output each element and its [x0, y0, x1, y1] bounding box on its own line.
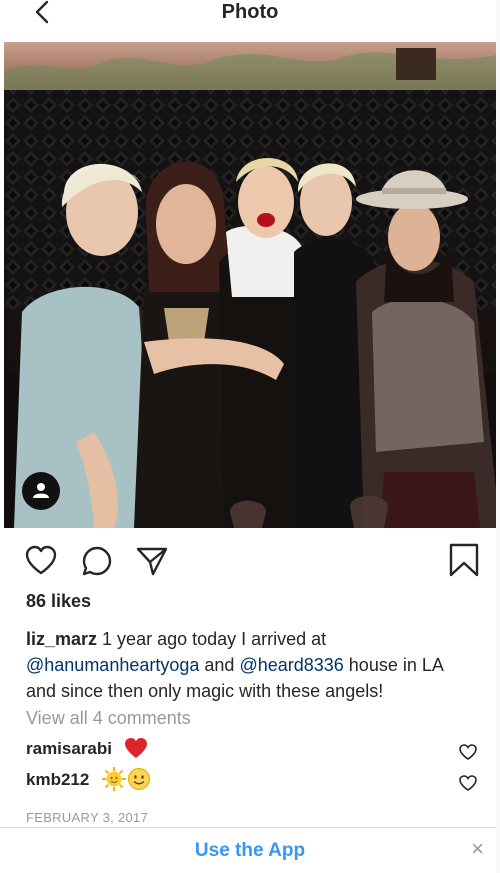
comment-bubble-icon: [82, 546, 112, 576]
smiling-face-emoji: [127, 767, 151, 796]
like-button[interactable]: [24, 544, 58, 581]
likes-count[interactable]: 86 likes: [26, 591, 91, 612]
action-bar: [0, 540, 500, 580]
mention-link[interactable]: @hanumanheartyoga: [26, 655, 199, 675]
app-banner: Use the App ×: [0, 827, 500, 873]
close-icon[interactable]: ×: [471, 838, 484, 860]
post-caption: liz_marz 1 year ago today I arrived at @…: [26, 626, 476, 704]
comment-item: ramisarabi: [26, 735, 478, 766]
post-photo[interactable]: [4, 42, 500, 528]
caption-text: and: [199, 655, 240, 675]
caption-username[interactable]: liz_marz: [26, 629, 97, 649]
post-date: FEBRUARY 3, 2017: [26, 810, 149, 825]
comment-username[interactable]: ramisarabi: [26, 739, 112, 759]
like-comment-button[interactable]: [458, 743, 478, 766]
tagged-users-button[interactable]: [22, 472, 60, 510]
save-button[interactable]: [448, 542, 480, 583]
paper-plane-icon: [136, 547, 168, 576]
sun-with-face-emoji: [101, 766, 127, 797]
use-the-app-link[interactable]: Use the App: [0, 840, 500, 862]
scrollbar-track[interactable]: [496, 0, 500, 873]
comment-button[interactable]: [80, 544, 114, 583]
person-icon: [33, 483, 49, 498]
heart-icon: [459, 744, 477, 760]
red-heart-emoji: [123, 736, 149, 765]
top-bar: Photo: [0, 0, 500, 42]
like-comment-button[interactable]: [458, 774, 478, 797]
bookmark-icon: [449, 543, 479, 577]
mention-link[interactable]: @heard8336: [239, 655, 343, 675]
caption-text: 1 year ago today I arrived at: [97, 629, 327, 649]
heart-icon: [459, 775, 477, 791]
heart-icon: [25, 545, 57, 575]
photo-image: [4, 42, 500, 528]
page-title: Photo: [221, 1, 279, 23]
view-all-comments-link[interactable]: View all 4 comments: [26, 708, 191, 729]
comment-item: kmb212: [26, 766, 478, 797]
comment-username[interactable]: kmb212: [26, 770, 89, 790]
share-button[interactable]: [135, 544, 169, 583]
